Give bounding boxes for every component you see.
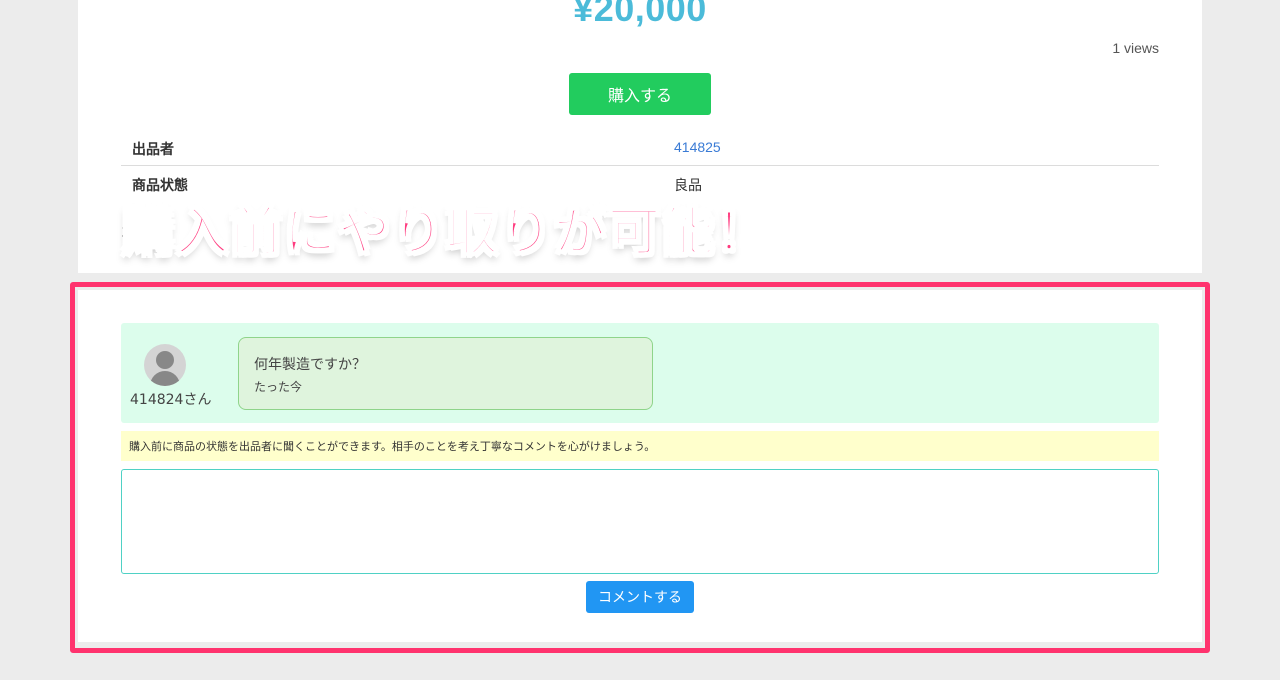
product-price: ¥20,000 bbox=[573, 0, 707, 29]
view-count: 1 views bbox=[1112, 40, 1159, 56]
seller-row: 出品者 414825 bbox=[121, 130, 1159, 166]
seller-label: 出品者 bbox=[132, 142, 174, 158]
promo-caption: 購入前にやり取りが可能！ bbox=[121, 202, 771, 264]
seller-link[interactable]: 414825 bbox=[674, 139, 721, 155]
highlight-frame bbox=[70, 282, 1210, 653]
buy-button[interactable]: 購入する bbox=[569, 73, 711, 115]
